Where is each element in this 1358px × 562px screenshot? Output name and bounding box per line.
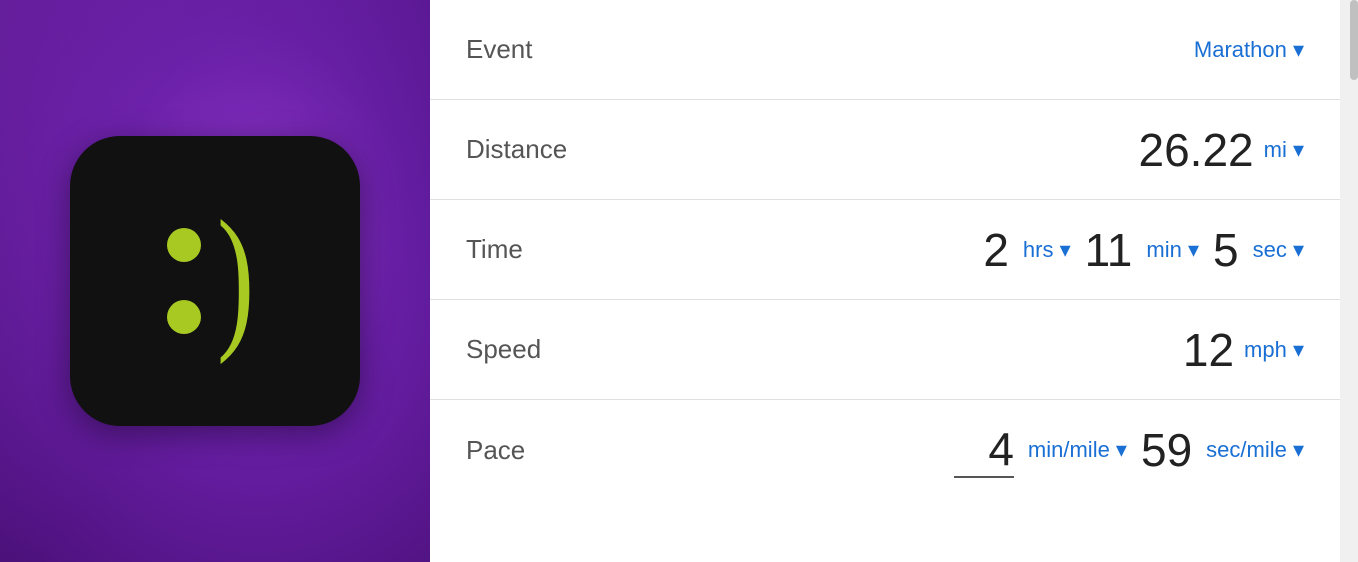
- main-panel: Event Marathon ▾ Distance 26.22 mi ▾ Tim…: [430, 0, 1340, 562]
- distance-unit-dropdown[interactable]: mi ▾: [1264, 137, 1304, 163]
- hours-number: 2: [983, 223, 1009, 277]
- speed-value: 12 mph ▾: [1183, 323, 1304, 377]
- distance-label: Distance: [466, 134, 567, 165]
- event-row: Event Marathon ▾: [430, 0, 1340, 100]
- speed-row: Speed 12 mph ▾: [430, 300, 1340, 400]
- eyes: [167, 228, 201, 334]
- scrollbar-thumb[interactable]: [1350, 0, 1358, 80]
- speed-label: Speed: [466, 334, 541, 365]
- eye-top: [167, 228, 201, 262]
- smiley-face: ): [167, 206, 262, 356]
- speed-unit-dropdown[interactable]: mph ▾: [1244, 337, 1304, 363]
- distance-value: 26.22 mi ▾: [1139, 123, 1305, 177]
- event-value: Marathon ▾: [1194, 37, 1304, 63]
- speed-number: 12: [1183, 323, 1234, 377]
- time-row: Time 2 hrs ▾ 11 min ▾ 5 sec ▾: [430, 200, 1340, 300]
- pace-min-unit-dropdown[interactable]: min/mile ▾: [1028, 437, 1127, 463]
- event-dropdown[interactable]: Marathon ▾: [1194, 37, 1304, 63]
- time-value: 2 hrs ▾ 11 min ▾ 5 sec ▾: [983, 223, 1304, 277]
- smile-paren: ): [217, 196, 254, 356]
- seconds-unit-dropdown[interactable]: sec ▾: [1253, 237, 1304, 263]
- app-background: ): [0, 0, 430, 562]
- time-label: Time: [466, 234, 523, 265]
- pace-minutes-input[interactable]: [954, 422, 1014, 478]
- minutes-number: 11: [1085, 223, 1133, 277]
- pace-sec-unit-dropdown[interactable]: sec/mile ▾: [1206, 437, 1304, 463]
- seconds-number: 5: [1213, 223, 1239, 277]
- hours-unit-dropdown[interactable]: hrs ▾: [1023, 237, 1071, 263]
- distance-number: 26.22: [1139, 123, 1254, 177]
- distance-row: Distance 26.22 mi ▾: [430, 100, 1340, 200]
- event-label: Event: [466, 34, 533, 65]
- pace-seconds-number: 59: [1141, 423, 1192, 477]
- pace-row: Pace min/mile ▾ 59 sec/mile ▾: [430, 400, 1340, 500]
- pace-label: Pace: [466, 435, 525, 466]
- scrollbar[interactable]: [1340, 0, 1358, 562]
- pace-value: min/mile ▾ 59 sec/mile ▾: [954, 422, 1304, 478]
- minutes-unit-dropdown[interactable]: min ▾: [1146, 237, 1199, 263]
- app-icon: ): [70, 136, 360, 426]
- eye-bottom: [167, 300, 201, 334]
